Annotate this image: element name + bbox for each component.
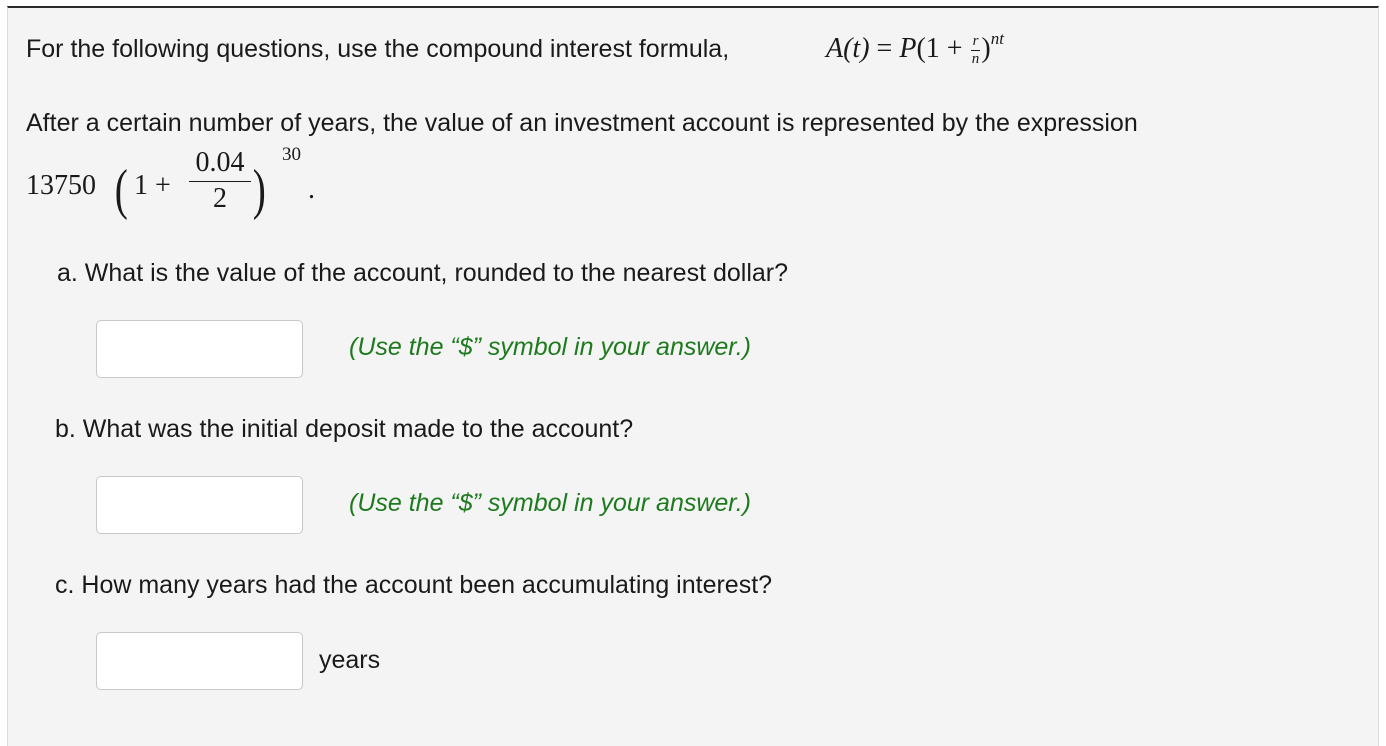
hint-b-text: (Use the “$” symbol in your answer.)	[349, 489, 751, 517]
formula-exponent: nt	[990, 29, 1004, 48]
question-b-label: b. What was the initial deposit made to …	[55, 415, 634, 443]
compound-interest-formula: A(t) = P(1 + r n )nt	[826, 30, 1004, 67]
hint-a-text: (Use the “$” symbol in your answer.)	[349, 333, 751, 361]
formula-periods: n	[971, 51, 980, 68]
formula-lhs: A(t)	[826, 33, 870, 64]
expression-period: .	[308, 174, 315, 205]
intro-text: For the following questions, use the com…	[26, 35, 730, 63]
expression-numerator: 0.04	[189, 147, 251, 182]
expression-one-plus: 1 +	[134, 170, 171, 201]
formula-rate: r	[970, 33, 981, 52]
expression-exponent: 30	[282, 144, 301, 165]
expression-fraction: 0.04 2	[189, 147, 251, 215]
expression-denominator: 2	[213, 182, 227, 214]
investment-expression: 13750 ( 1 + 0.04 2 ) 30 .	[26, 144, 346, 230]
formula-open: (1 +	[916, 33, 963, 64]
answer-b-input[interactable]	[96, 476, 303, 534]
question-c-label: c. How many years had the account been a…	[55, 571, 773, 599]
answer-c-unit: years	[319, 646, 381, 674]
answer-c-input[interactable]	[96, 632, 303, 690]
problem-description: After a certain number of years, the val…	[26, 109, 1138, 137]
expression-coefficient: 13750	[26, 170, 96, 201]
formula-equals: =	[876, 33, 893, 64]
expression-paren-right: )	[252, 159, 266, 221]
question-a-label: a. What is the value of the account, rou…	[57, 259, 789, 287]
expression-paren-left: (	[114, 159, 128, 221]
answer-a-input[interactable]	[96, 320, 303, 378]
formula-principal: P	[899, 33, 917, 64]
formula-close: )	[981, 33, 991, 64]
formula-rate-fraction: r n	[970, 33, 981, 68]
